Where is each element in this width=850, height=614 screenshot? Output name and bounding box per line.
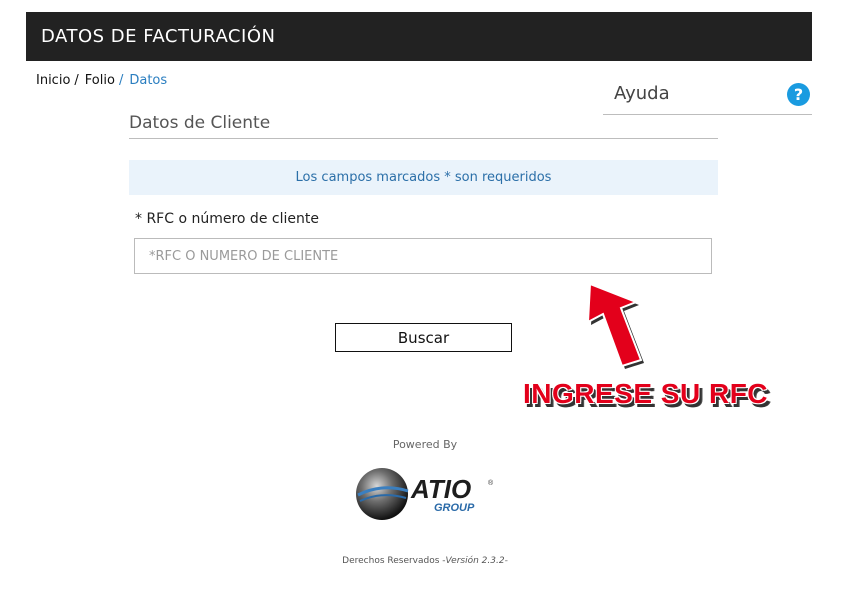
question-icon[interactable]: ? — [787, 83, 810, 106]
search-button[interactable]: Buscar — [335, 323, 512, 352]
breadcrumb-item-folio[interactable]: Folio — [85, 73, 115, 88]
atio-group-logo: ATIO ® GROUP — [356, 468, 494, 520]
rfc-input[interactable] — [134, 238, 712, 274]
logo-brand: ATIO — [410, 474, 471, 504]
logo-sub: GROUP — [434, 502, 475, 514]
help-panel: Ayuda ? — [603, 80, 812, 115]
breadcrumb-item-datos: Datos — [129, 73, 168, 88]
red-arrow-icon — [586, 282, 644, 369]
footer: Derechos Reservados -Versión 2.3.2- — [0, 556, 850, 566]
section-divider — [129, 138, 718, 139]
breadcrumb-separator: / — [74, 73, 79, 88]
powered-by-label: Powered By — [392, 438, 458, 451]
breadcrumb-item-inicio[interactable]: Inicio — [36, 73, 70, 88]
footer-version: Versión 2.3.2- — [445, 556, 508, 566]
notice-text: Los campos marcados * son requeridos — [295, 170, 552, 185]
required-fields-notice: Los campos marcados * son requeridos — [129, 160, 718, 195]
page-title: DATOS DE FACTURACIÓN — [41, 26, 276, 47]
section-title: Datos de Cliente — [129, 113, 271, 133]
breadcrumb-separator: / — [118, 73, 124, 88]
enter-rfc-callout: INGRESE SU RFC — [523, 378, 769, 409]
rfc-field-label: * RFC o número de cliente — [135, 211, 319, 227]
page-header: DATOS DE FACTURACIÓN — [26, 12, 812, 61]
logo-registered-mark: ® — [488, 479, 494, 487]
help-label: Ayuda — [614, 83, 670, 104]
breadcrumb: Inicio / Folio / Datos — [36, 73, 167, 88]
footer-rights: Derechos Reservados - — [342, 556, 446, 566]
